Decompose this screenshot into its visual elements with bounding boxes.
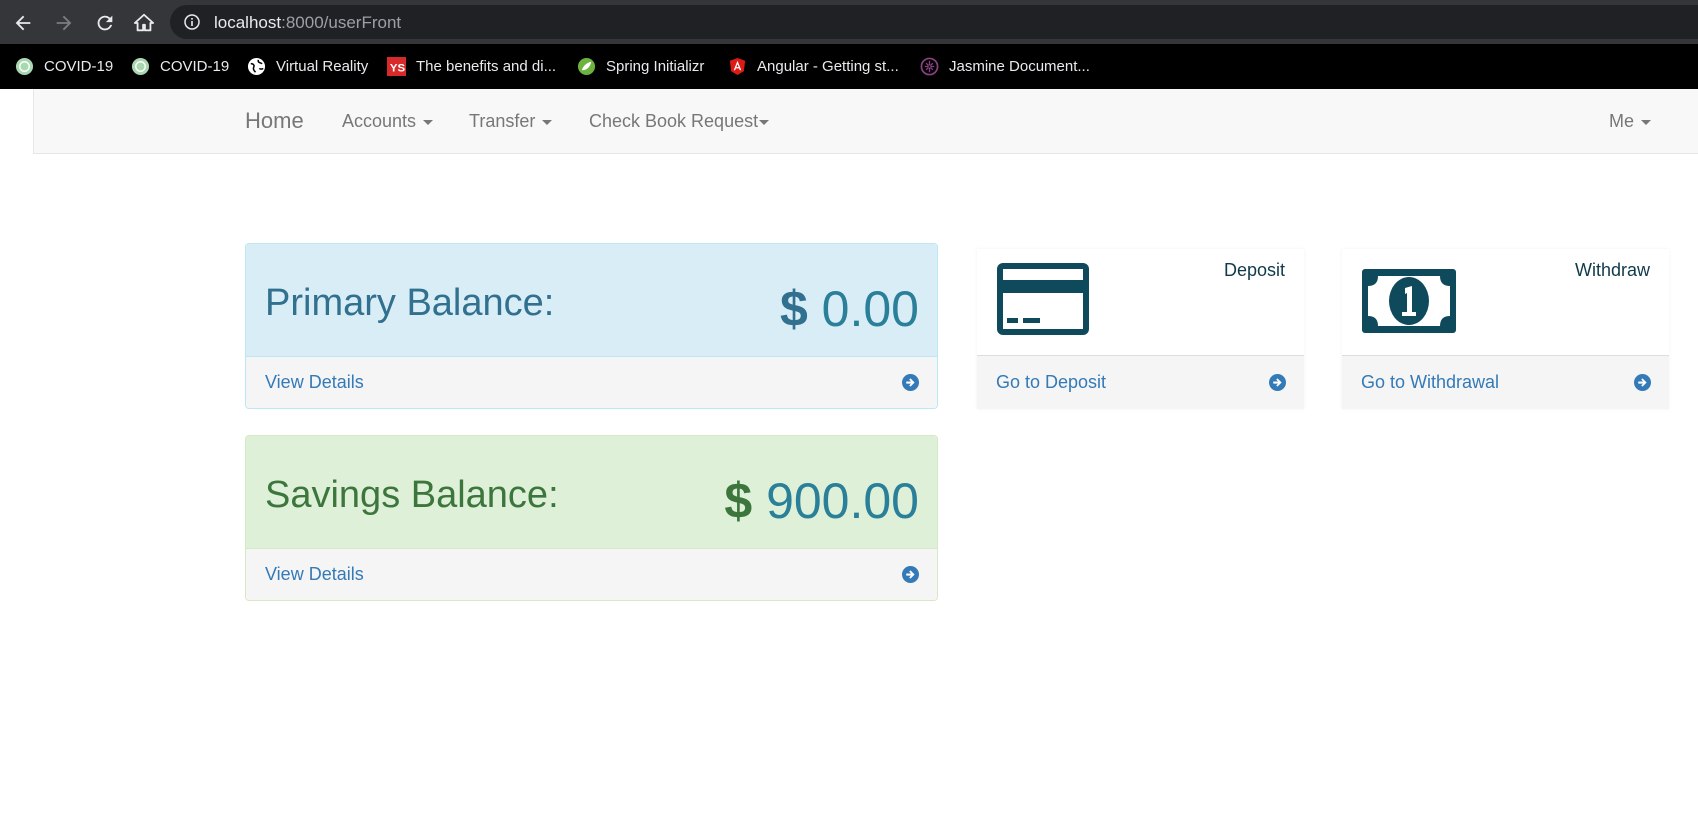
deposit-title: Deposit: [1223, 260, 1285, 280]
bookmark-virtual-reality[interactable]: Virtual Reality: [247, 55, 368, 77]
svg-text:YS: YS: [390, 62, 406, 74]
ys-logo-icon: YS: [387, 56, 406, 76]
info-icon[interactable]: [184, 14, 200, 30]
primary-balance-value: 0.00: [821, 281, 919, 337]
go-to-deposit-footer[interactable]: Go to Deposit: [977, 356, 1304, 409]
arrow-circle-right-icon[interactable]: [902, 374, 919, 391]
primary-balance-amount: $ 0.00: [780, 280, 919, 338]
go-to-withdrawal-link[interactable]: Go to Withdrawal: [1361, 372, 1499, 393]
globe-icon: [247, 57, 266, 75]
nav-user-menu[interactable]: Me: [1609, 111, 1652, 132]
angular-logo-icon: [729, 57, 746, 75]
savings-balance-heading: Savings Balance: $ 900.00: [246, 436, 937, 549]
bookmark-label: Angular - Getting st...: [757, 57, 899, 75]
covid-globe-icon: [131, 57, 150, 75]
nav-accounts-dropdown[interactable]: Accounts: [342, 111, 434, 132]
nav-checkbook-dropdown[interactable]: Check Book Request: [589, 111, 770, 132]
address-bar[interactable]: localhost:8000/userFront: [170, 5, 1698, 39]
bookmark-label: COVID-19: [44, 57, 114, 75]
primary-balance-heading: Primary Balance: $ 0.00: [246, 244, 937, 357]
deposit-card: Deposit Go to Deposit: [977, 249, 1304, 409]
nav-accounts-label: Accounts: [342, 111, 417, 131]
currency-symbol: $: [724, 473, 753, 529]
url-text[interactable]: localhost:8000/userFront: [214, 13, 401, 33]
caret-down-icon: [759, 120, 770, 125]
browser-toolbar: localhost:8000/userFront: [0, 0, 1698, 44]
bookmark-label: The benefits and di...: [416, 57, 557, 75]
bookmark-label: COVID-19: [160, 57, 230, 75]
nav-transfer-label: Transfer: [469, 111, 536, 131]
jasmine-logo-icon: [920, 57, 939, 75]
caret-down-icon: [423, 120, 434, 125]
nav-transfer-dropdown[interactable]: Transfer: [469, 111, 553, 132]
caret-down-icon: [542, 120, 553, 125]
url-host: localhost: [214, 13, 282, 32]
withdraw-card-top: Withdraw: [1342, 249, 1669, 356]
credit-card-icon: [997, 263, 1089, 335]
app-navbar: Home Accounts Transfer Check Book Reques…: [33, 89, 1698, 154]
bookmark-angular[interactable]: Angular - Getting st...: [728, 55, 899, 77]
view-details-link[interactable]: View Details: [265, 564, 364, 585]
bookmark-label: Spring Initializr: [606, 57, 705, 75]
savings-balance-value: 900.00: [766, 473, 919, 529]
bookmark-covid-1[interactable]: COVID-19: [15, 55, 113, 77]
nav-checkbook-label: Check Book Request: [589, 111, 759, 131]
savings-view-details[interactable]: View Details: [246, 549, 937, 600]
back-arrow-icon[interactable]: [12, 12, 34, 34]
nav-user-label: Me: [1609, 111, 1635, 131]
url-path: :8000/userFront: [281, 13, 402, 32]
arrow-circle-right-icon[interactable]: [902, 566, 919, 583]
spring-leaf-icon: [577, 57, 596, 75]
home-icon[interactable]: [133, 12, 155, 34]
primary-balance-label: Primary Balance:: [265, 282, 555, 324]
savings-balance-amount: $ 900.00: [724, 472, 919, 530]
home-link[interactable]: Home: [245, 108, 304, 134]
bookmark-benefits[interactable]: YS The benefits and di...: [387, 55, 556, 77]
bookmark-label: Virtual Reality: [276, 57, 369, 75]
reload-icon[interactable]: [94, 12, 116, 34]
arrow-circle-right-icon[interactable]: [1634, 374, 1651, 391]
caret-down-icon: [1641, 120, 1652, 125]
withdraw-card: Withdraw Go to Withdrawal: [1342, 249, 1669, 409]
savings-balance-label: Savings Balance:: [265, 474, 559, 516]
deposit-card-top: Deposit: [977, 249, 1304, 356]
arrow-circle-right-icon[interactable]: [1269, 374, 1286, 391]
primary-view-details[interactable]: View Details: [246, 357, 937, 408]
withdraw-title: Withdraw: [1574, 260, 1650, 280]
view-details-link[interactable]: View Details: [265, 372, 364, 393]
savings-balance-panel: Savings Balance: $ 900.00 View Details: [245, 435, 938, 601]
covid-globe-icon: [15, 57, 34, 75]
bookmark-covid-2[interactable]: COVID-19: [131, 55, 229, 77]
bookmark-label: Jasmine Document...: [949, 57, 1090, 75]
money-bill-icon: [1362, 269, 1456, 333]
go-to-withdrawal-footer[interactable]: Go to Withdrawal: [1342, 356, 1669, 409]
go-to-deposit-link[interactable]: Go to Deposit: [996, 372, 1106, 393]
forward-arrow-icon[interactable]: [53, 12, 75, 34]
bookmark-spring[interactable]: Spring Initializr: [577, 55, 704, 77]
currency-symbol: $: [779, 281, 808, 337]
bookmark-jasmine[interactable]: Jasmine Document...: [920, 55, 1090, 77]
primary-balance-panel: Primary Balance: $ 0.00 View Details: [245, 243, 938, 409]
bookmarks-bar: COVID-19 COVID-19 Virtual Reality YS The…: [0, 44, 1698, 89]
